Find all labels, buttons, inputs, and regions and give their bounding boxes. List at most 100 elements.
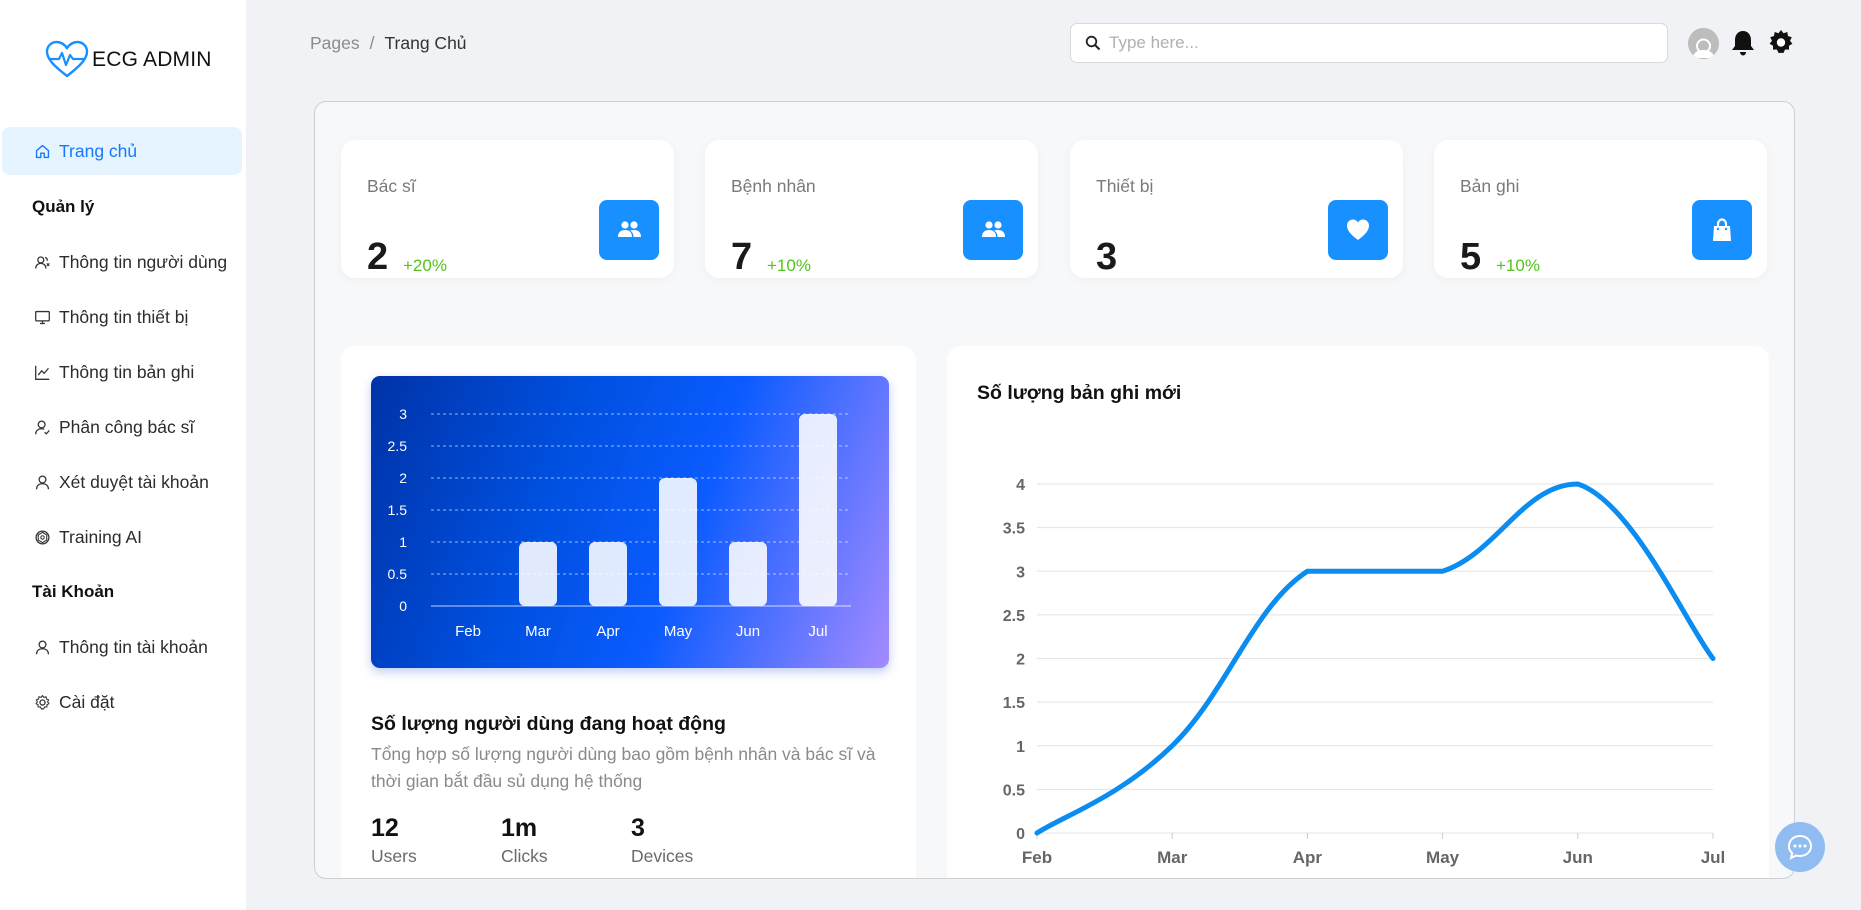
bar: [799, 414, 837, 606]
metric-users: 12 Users: [371, 814, 417, 867]
stat-card-records: Bản ghi 5 +10%: [1434, 140, 1767, 278]
stat-value: 5: [1460, 236, 1482, 278]
metric-value: 3: [631, 814, 645, 842]
user-icon: [32, 637, 52, 657]
stat-value: 2: [367, 236, 389, 278]
sidebar-item-user-info[interactable]: Thông tin người dùng: [2, 238, 242, 286]
logo[interactable]: ECG ADMIN: [44, 40, 212, 80]
sidebar-group-account: Tài Khoản: [32, 582, 115, 601]
bar: [519, 542, 557, 606]
sidebar-item-assign-doctor[interactable]: Phân công bác sĩ: [2, 403, 242, 451]
stat-delta: +10%: [1496, 256, 1540, 275]
stat-title: Bệnh nhân: [731, 176, 816, 196]
chat-button[interactable]: [1775, 822, 1825, 872]
user-icon: [32, 472, 52, 492]
line-x-tick-label: Jun: [1563, 848, 1593, 867]
sidebar-item-account-approval[interactable]: Xét duyệt tài khoản: [2, 458, 242, 506]
sidebar-item-settings[interactable]: Cài đặt: [2, 678, 242, 726]
metric-value: 12: [371, 814, 399, 842]
shopping-bag-icon: [1713, 218, 1731, 241]
bar-chart: 0 0.5 1 1.5 2 2.5 3 Feb Mar Apr May Jun Jul: [388, 406, 851, 640]
search-icon: [1085, 35, 1101, 51]
sidebar-item-label: Trang chủ: [59, 140, 138, 161]
stat-value: 3: [1096, 236, 1118, 278]
stat-icon-box: [1328, 200, 1388, 260]
sidebar-group-manage: Quản lý: [32, 197, 95, 216]
breadcrumb-separator: /: [369, 33, 375, 53]
bar-y-tick-label: 2.5: [388, 438, 408, 454]
stat-icon-box: [963, 200, 1023, 260]
sidebar: ECG ADMIN Trang chủ Quản lý Thông tin ng…: [0, 0, 246, 910]
stat-card-devices: Thiết bị 3: [1070, 140, 1403, 278]
sidebar-item-home[interactable]: Trang chủ: [2, 127, 242, 175]
sidebar-item-label: Phân công bác sĩ: [59, 416, 195, 437]
line-y-tick-label: 0: [1016, 826, 1025, 843]
bar-x-tick-label: Jul: [808, 623, 827, 640]
metric-clicks: 1m Clicks: [501, 814, 548, 867]
stat-delta: +20%: [403, 256, 447, 275]
bar: [659, 478, 697, 606]
stat-title: Thiết bị: [1096, 176, 1154, 196]
search-input[interactable]: [1109, 33, 1649, 53]
sidebar-item-device-info[interactable]: Thông tin thiết bị: [2, 293, 242, 341]
heart-pulse-icon: [45, 40, 89, 78]
sidebar-item-label: Thông tin người dùng: [59, 251, 228, 272]
line-y-tick-label: 3: [1016, 564, 1025, 581]
sidebar-item-record-info[interactable]: Thông tin bản ghi: [2, 348, 242, 396]
team-icon: [982, 221, 1005, 237]
team-icon: [618, 221, 641, 237]
bell-icon[interactable]: [1730, 29, 1756, 57]
active-users-title: Số lượng người dùng đang hoạt động: [371, 713, 726, 735]
stat-card-patients: Bệnh nhân 7 +10%: [705, 140, 1038, 278]
home-icon: [32, 141, 52, 161]
gear-icon[interactable]: [1767, 29, 1795, 57]
line-x-tick-label: Mar: [1157, 848, 1188, 867]
sidebar-item-account-info[interactable]: Thông tin tài khoản: [2, 623, 242, 671]
users-icon: [32, 252, 52, 272]
line-x-tick-label: May: [1426, 848, 1460, 867]
bar-x-tick-label: Feb: [455, 623, 481, 640]
user-avatar-icon: [1688, 28, 1719, 59]
stat-icon-box: [1692, 200, 1752, 260]
sidebar-item-label: Xét duyệt tài khoản: [59, 471, 209, 492]
openai-icon: [32, 527, 52, 547]
stat-card-doctors: Bác sĩ 2 +20%: [341, 140, 674, 278]
breadcrumb: Pages / Trang Chủ: [310, 33, 467, 54]
new-records-card: Số lượng bản ghi mới 0 0.5 1 1.5 2 2.5 3 3.5 4 Fe…: [947, 346, 1769, 878]
bar-chart-container: 0 0.5 1 1.5 2 2.5 3 Feb Mar Apr May Jun Jul: [371, 376, 889, 668]
heart-icon: [1347, 219, 1369, 240]
breadcrumb-root[interactable]: Pages: [310, 33, 360, 54]
dashboard-panel: Bác sĩ 2 +20% Bệnh nhân 7 +10% Thiết bị …: [314, 101, 1795, 879]
breadcrumb-current: Trang Chủ: [384, 33, 467, 53]
line-y-tick-label: 2.5: [1003, 608, 1025, 625]
bar-x-tick-label: Jun: [736, 623, 760, 640]
search-box[interactable]: [1070, 23, 1668, 63]
line-x-tick-label: Jul: [1701, 848, 1726, 867]
sidebar-item-label: Training AI: [59, 526, 143, 547]
bar-x-tick-label: Mar: [525, 623, 551, 640]
sidebar-item-label: Thông tin thiết bị: [59, 306, 189, 327]
metric-label: Users: [371, 846, 417, 866]
active-users-description: Tổng hợp số lượng người dùng bao gồm bện…: [371, 744, 876, 791]
avatar[interactable]: [1688, 28, 1719, 59]
line-y-tick-label: 1: [1016, 739, 1025, 756]
stat-value: 7: [731, 236, 753, 278]
bar-y-tick-label: 1.5: [388, 502, 408, 518]
sidebar-item-training-ai[interactable]: Training AI: [2, 513, 242, 561]
bar-y-tick-label: 2: [399, 470, 407, 486]
sidebar-item-label: Thông tin bản ghi: [59, 361, 195, 382]
line-x-tick-label: Feb: [1022, 848, 1052, 867]
bar-y-tick-label: 0: [399, 598, 407, 614]
bar-x-tick-label: May: [664, 623, 693, 640]
chat-bubble-icon: [1787, 834, 1813, 860]
bar-y-tick-label: 3: [399, 406, 407, 422]
stat-delta: +10%: [767, 256, 811, 275]
stat-title: Bác sĩ: [367, 176, 416, 196]
line-x-tick-label: Apr: [1293, 848, 1323, 867]
user-assign-icon: [32, 417, 52, 437]
stat-title: Bản ghi: [1460, 176, 1520, 196]
logo-text: ECG ADMIN: [92, 48, 212, 71]
sidebar-item-label: Cài đặt: [59, 691, 115, 712]
desktop-icon: [32, 307, 52, 327]
bar-y-tick-label: 1: [399, 534, 407, 550]
